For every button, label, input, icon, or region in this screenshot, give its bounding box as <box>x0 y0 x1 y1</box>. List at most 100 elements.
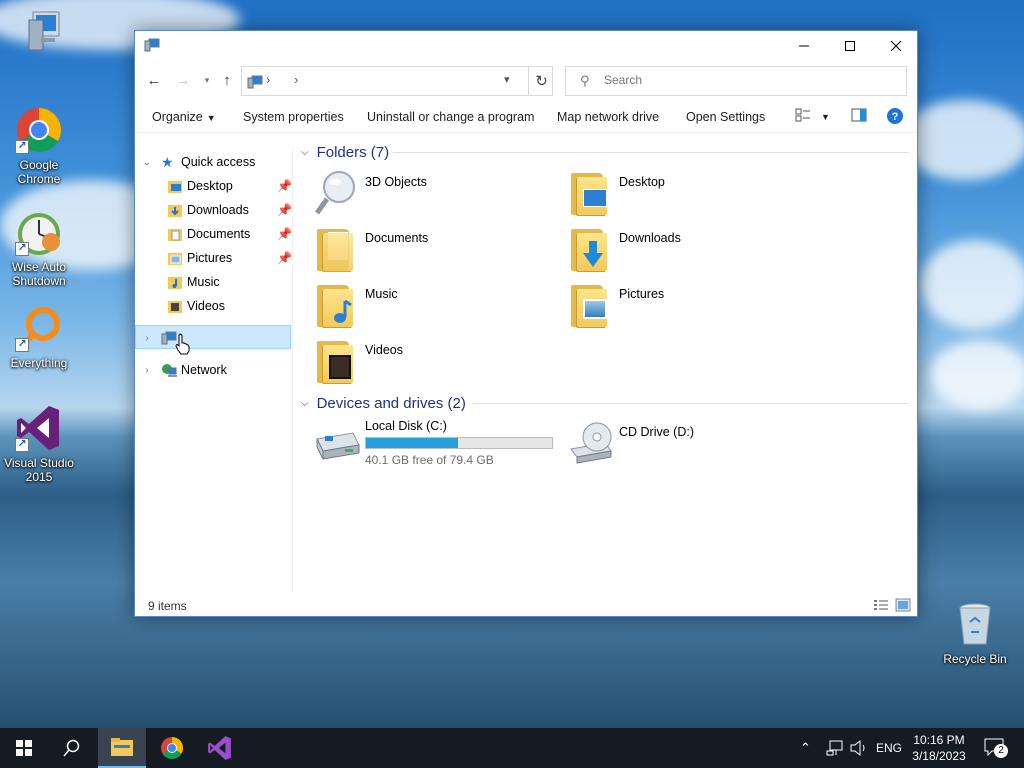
open-settings-button[interactable]: Open Settings <box>686 110 765 124</box>
nav-item-downloads[interactable]: Downloads <box>167 199 249 221</box>
maximize-button[interactable] <box>827 31 873 61</box>
drives-group-header[interactable]: ⌵ Devices and drives (2) <box>301 392 466 414</box>
start-button[interactable] <box>0 728 48 768</box>
desktop-icon-wise-auto-shutdown[interactable]: ↗ Wise Auto Shutdown <box>0 208 78 288</box>
view-dropdown-button[interactable]: ▼ <box>821 112 830 122</box>
nav-item-pictures[interactable]: Pictures <box>167 247 232 269</box>
pin-icon[interactable]: 📌 <box>277 227 292 241</box>
address-bar[interactable]: › › ▾ ↻ <box>241 66 553 96</box>
folder-icon <box>567 225 615 273</box>
nav-label: Desktop <box>187 179 233 193</box>
map-network-drive-button[interactable]: Map network drive <box>557 110 659 124</box>
action-center-button[interactable]: 2 <box>984 728 1008 768</box>
search-taskbar-button[interactable] <box>48 728 96 768</box>
recycle-bin-icon <box>951 600 999 648</box>
chevron-down-icon: ▼ <box>206 113 216 123</box>
folder-pictures[interactable]: Pictures <box>567 281 807 333</box>
network-tray-icon[interactable] <box>826 728 844 768</box>
folder-downloads[interactable]: Downloads <box>567 225 807 277</box>
system-properties-button[interactable]: System properties <box>243 110 344 124</box>
title-bar[interactable] <box>135 31 917 61</box>
help-button[interactable]: ? <box>887 108 903 127</box>
sky-cloud <box>900 100 1024 180</box>
folder-icon <box>168 277 182 289</box>
search-box[interactable]: ⚲ <box>565 66 907 96</box>
nav-quick-access[interactable]: ⌄ ★ Quick access <box>141 151 256 173</box>
folder-icon <box>567 281 615 329</box>
chrome-icon: ↗ <box>15 106 63 154</box>
preview-pane-button[interactable] <box>851 108 867 125</box>
taskbar-visual-studio[interactable] <box>196 728 244 768</box>
pin-icon[interactable]: 📌 <box>277 203 292 217</box>
desktop-icon-label: Google Chrome <box>17 158 61 186</box>
organize-button[interactable]: Organize ▼ <box>152 110 216 124</box>
cd-drive-icon <box>570 422 612 464</box>
navigation-pane: ⌄ ★ Quick access Desktop 📌 Downloads 📌 D… <box>135 147 293 592</box>
forward-button[interactable]: → <box>172 69 194 91</box>
refresh-button[interactable]: ↻ <box>528 67 554 95</box>
change-view-button[interactable] <box>795 108 811 125</box>
help-icon: ? <box>887 108 903 124</box>
breadcrumb-separator[interactable]: › <box>294 72 298 87</box>
search-input[interactable] <box>604 73 894 87</box>
taskbar-file-explorer[interactable] <box>98 728 146 768</box>
nav-label: Downloads <box>187 203 249 217</box>
folder-icon <box>313 337 361 385</box>
address-dropdown-icon[interactable]: ▾ <box>504 73 510 86</box>
pin-icon[interactable]: 📌 <box>277 179 292 193</box>
windows-logo-icon <box>16 740 32 756</box>
nav-item-desktop[interactable]: Desktop <box>167 175 233 197</box>
desktop-icon-visual-studio[interactable]: ↗ Visual Studio 2015 <box>0 404 78 484</box>
drive-cd-d[interactable]: CD Drive (D:) <box>567 419 807 471</box>
folder-documents[interactable]: Documents <box>313 225 553 277</box>
folder-videos[interactable]: Videos <box>313 337 553 389</box>
large-icons-view-icon[interactable] <box>895 598 911 612</box>
nav-item-videos[interactable]: Videos <box>167 295 225 317</box>
back-button[interactable]: ← <box>143 69 165 91</box>
nav-network[interactable]: › Network <box>141 359 227 381</box>
content-area: ⌵ Folders (7) 3D Objects Desktop Documen… <box>295 135 915 595</box>
chevron-down-icon: ⌵ <box>301 397 309 409</box>
file-explorer-window: ← → ▾ ↑ › › ▾ ↻ ⚲ Organize▼ System prope… <box>134 30 918 617</box>
nav-label: Quick access <box>181 155 256 169</box>
view-options-icon <box>795 108 810 122</box>
clock[interactable]: 10:16 PM 3/18/2023 <box>906 732 972 764</box>
folder-name: Videos <box>365 343 403 357</box>
recent-locations-button[interactable]: ▾ <box>196 69 218 91</box>
drive-local-disk-c[interactable]: Local Disk (C:) 40.1 GB free of 79.4 GB <box>313 419 573 471</box>
folders-group-header[interactable]: ⌵ Folders (7) <box>301 141 389 163</box>
folder-name: Desktop <box>619 175 665 189</box>
show-hidden-icons-button[interactable]: ⌃ <box>800 728 811 768</box>
uninstall-program-button[interactable]: Uninstall or change a program <box>367 110 534 124</box>
maximize-icon <box>845 41 855 51</box>
nav-label: Music <box>187 275 220 289</box>
desktop-icon-recycle-bin[interactable]: Recycle Bin <box>936 600 1014 666</box>
arrow-left-icon: ← <box>146 71 162 89</box>
minimize-button[interactable] <box>781 31 827 61</box>
folder-3d-objects[interactable]: 3D Objects <box>313 169 553 221</box>
command-bar: Organize ▼ System properties Uninstall or… <box>135 101 917 133</box>
taskbar-chrome[interactable] <box>148 728 196 768</box>
status-bar: 9 items <box>135 594 917 616</box>
desktop-icon-this-pc[interactable] <box>0 8 78 60</box>
nav-item-documents[interactable]: Documents <box>167 223 250 245</box>
close-icon <box>890 40 902 52</box>
sky-cloud <box>920 240 1024 330</box>
folder-music[interactable]: Music <box>313 281 553 333</box>
folder-desktop[interactable]: Desktop <box>567 169 807 221</box>
desktop-icon-chrome[interactable]: ↗ Google Chrome <box>0 106 78 186</box>
nav-item-music[interactable]: Music <box>167 271 220 293</box>
taskbar: ⌃ ENG 10:16 PM 3/18/2023 2 <box>0 728 1024 768</box>
close-button[interactable] <box>873 31 919 61</box>
input-language-indicator[interactable]: ENG <box>876 728 902 768</box>
details-view-icon[interactable] <box>873 598 889 612</box>
pin-icon[interactable]: 📌 <box>277 251 292 265</box>
volume-tray-icon[interactable] <box>850 728 868 768</box>
folder-name: 3D Objects <box>365 175 427 189</box>
desktop-icon-everything[interactable]: ↗ Everything <box>0 304 78 370</box>
folder-icon <box>313 225 361 273</box>
breadcrumb-separator[interactable]: › <box>266 72 270 87</box>
desktop-icon-label: Visual Studio 2015 <box>4 456 74 484</box>
up-button[interactable]: ↑ <box>216 69 238 91</box>
nav-label: Pictures <box>187 251 233 265</box>
